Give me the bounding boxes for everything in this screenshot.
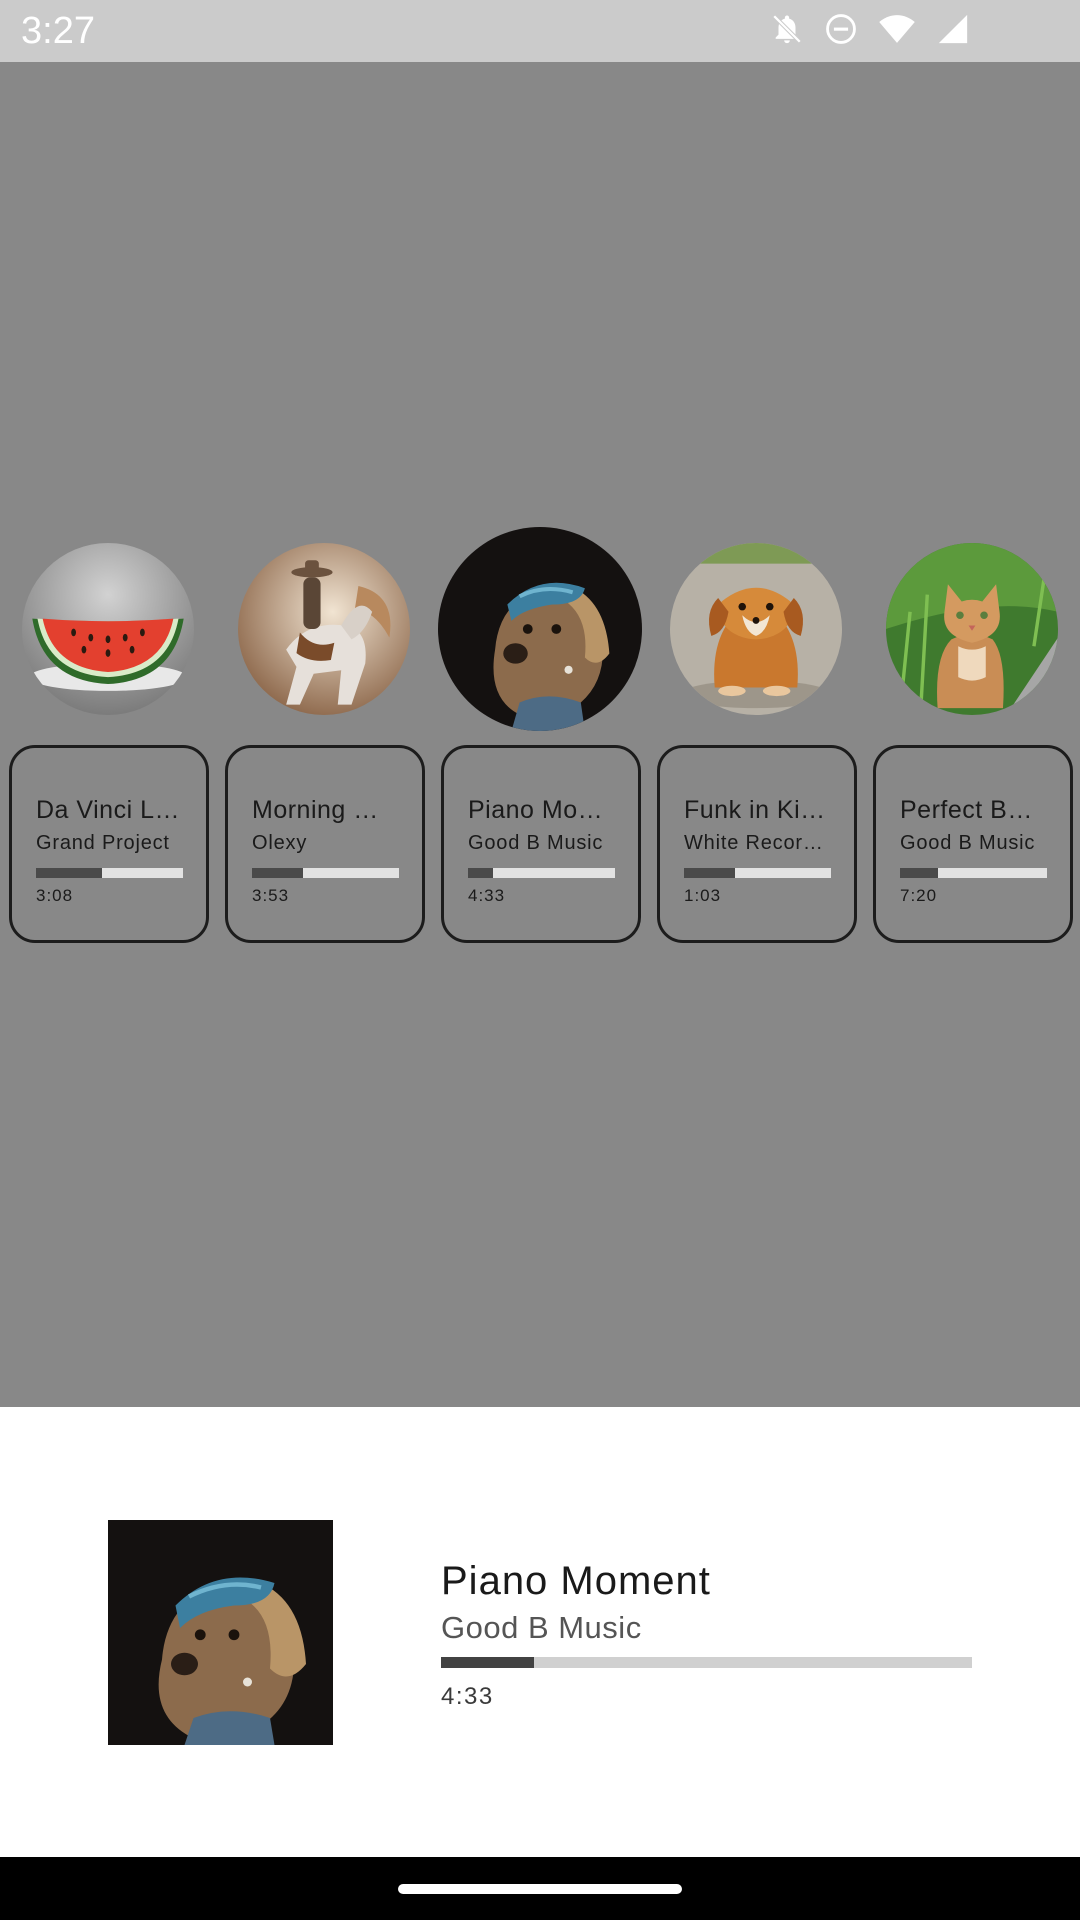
cell-signal-icon (936, 12, 970, 46)
dog-portrait-art[interactable] (438, 527, 642, 731)
track-carousel[interactable]: Da Vinci L… Grand Project 3:08 Morning …… (0, 520, 1080, 950)
track-title: Piano Mo… (468, 796, 604, 824)
track-progress-fill (684, 868, 736, 878)
track-duration: 1:03 (684, 886, 722, 905)
track-progress-bar (36, 868, 183, 878)
track-progress-fill (468, 868, 493, 878)
track-duration: 4:33 (468, 886, 506, 905)
status-bar: 3:27 (0, 0, 1080, 62)
track-duration: 7:20 (900, 886, 938, 905)
do-not-disturb-icon (824, 12, 858, 46)
track-progress-fill (36, 868, 103, 878)
track-duration: 3:53 (252, 886, 290, 905)
track-card[interactable]: Morning … Olexy 3:53 (225, 745, 425, 943)
wifi-icon (878, 12, 916, 46)
track-title: Da Vinci L… (36, 796, 180, 824)
track-artist: Grand Project (36, 832, 170, 854)
notifications-off-icon (770, 12, 804, 46)
track-card[interactable]: Funk in Ki… White Recor… 1:03 (657, 745, 857, 943)
now-playing-panel[interactable]: Piano Moment Good B Music 4:33 (0, 1407, 1080, 1857)
track-title: Morning … (252, 796, 379, 824)
now-playing-artist: Good B Music (441, 1610, 642, 1645)
track-progress-fill (252, 868, 304, 878)
track-artist: Good B Music (468, 832, 604, 854)
track-title: Perfect B… (900, 796, 1033, 824)
watermelon-art[interactable] (22, 543, 194, 715)
small-dog-art[interactable] (670, 543, 842, 715)
track-item[interactable]: Funk in Ki… White Recor… 1:03 (657, 520, 857, 950)
now-playing-title: Piano Moment (441, 1559, 711, 1603)
track-item[interactable]: Morning … Olexy 3:53 (225, 520, 425, 950)
track-progress-bar (468, 868, 615, 878)
now-playing-art[interactable] (108, 1520, 333, 1745)
status-time: 3:27 (21, 10, 95, 52)
home-gesture-handle[interactable] (398, 1884, 682, 1894)
navigation-bar (0, 1857, 1080, 1920)
track-progress-bar (684, 868, 831, 878)
now-playing-duration: 4:33 (441, 1683, 494, 1710)
now-playing-progress-bar[interactable] (441, 1657, 972, 1668)
now-playing-progress-fill (441, 1657, 534, 1668)
track-item[interactable]: Perfect B… Good B Music 7:20 (873, 520, 1073, 950)
track-title: Funk in Ki… (684, 796, 826, 824)
track-artist: White Recor… (684, 832, 824, 854)
track-progress-fill (900, 868, 939, 878)
cat-art[interactable] (886, 543, 1058, 715)
track-item[interactable]: Piano Mo… Good B Music 4:33 (438, 520, 642, 950)
track-duration: 3:08 (36, 886, 74, 905)
track-progress-bar (900, 868, 1047, 878)
track-card[interactable]: Da Vinci L… Grand Project 3:08 (9, 745, 209, 943)
track-artist: Good B Music (900, 832, 1036, 854)
track-progress-bar (252, 868, 399, 878)
status-icons (770, 12, 970, 46)
track-card[interactable]: Piano Mo… Good B Music 4:33 (441, 745, 641, 943)
track-card[interactable]: Perfect B… Good B Music 7:20 (873, 745, 1073, 943)
track-artist: Olexy (252, 832, 308, 854)
track-item[interactable]: Da Vinci L… Grand Project 3:08 (9, 520, 209, 950)
cowboy-horse-art[interactable] (238, 543, 410, 715)
